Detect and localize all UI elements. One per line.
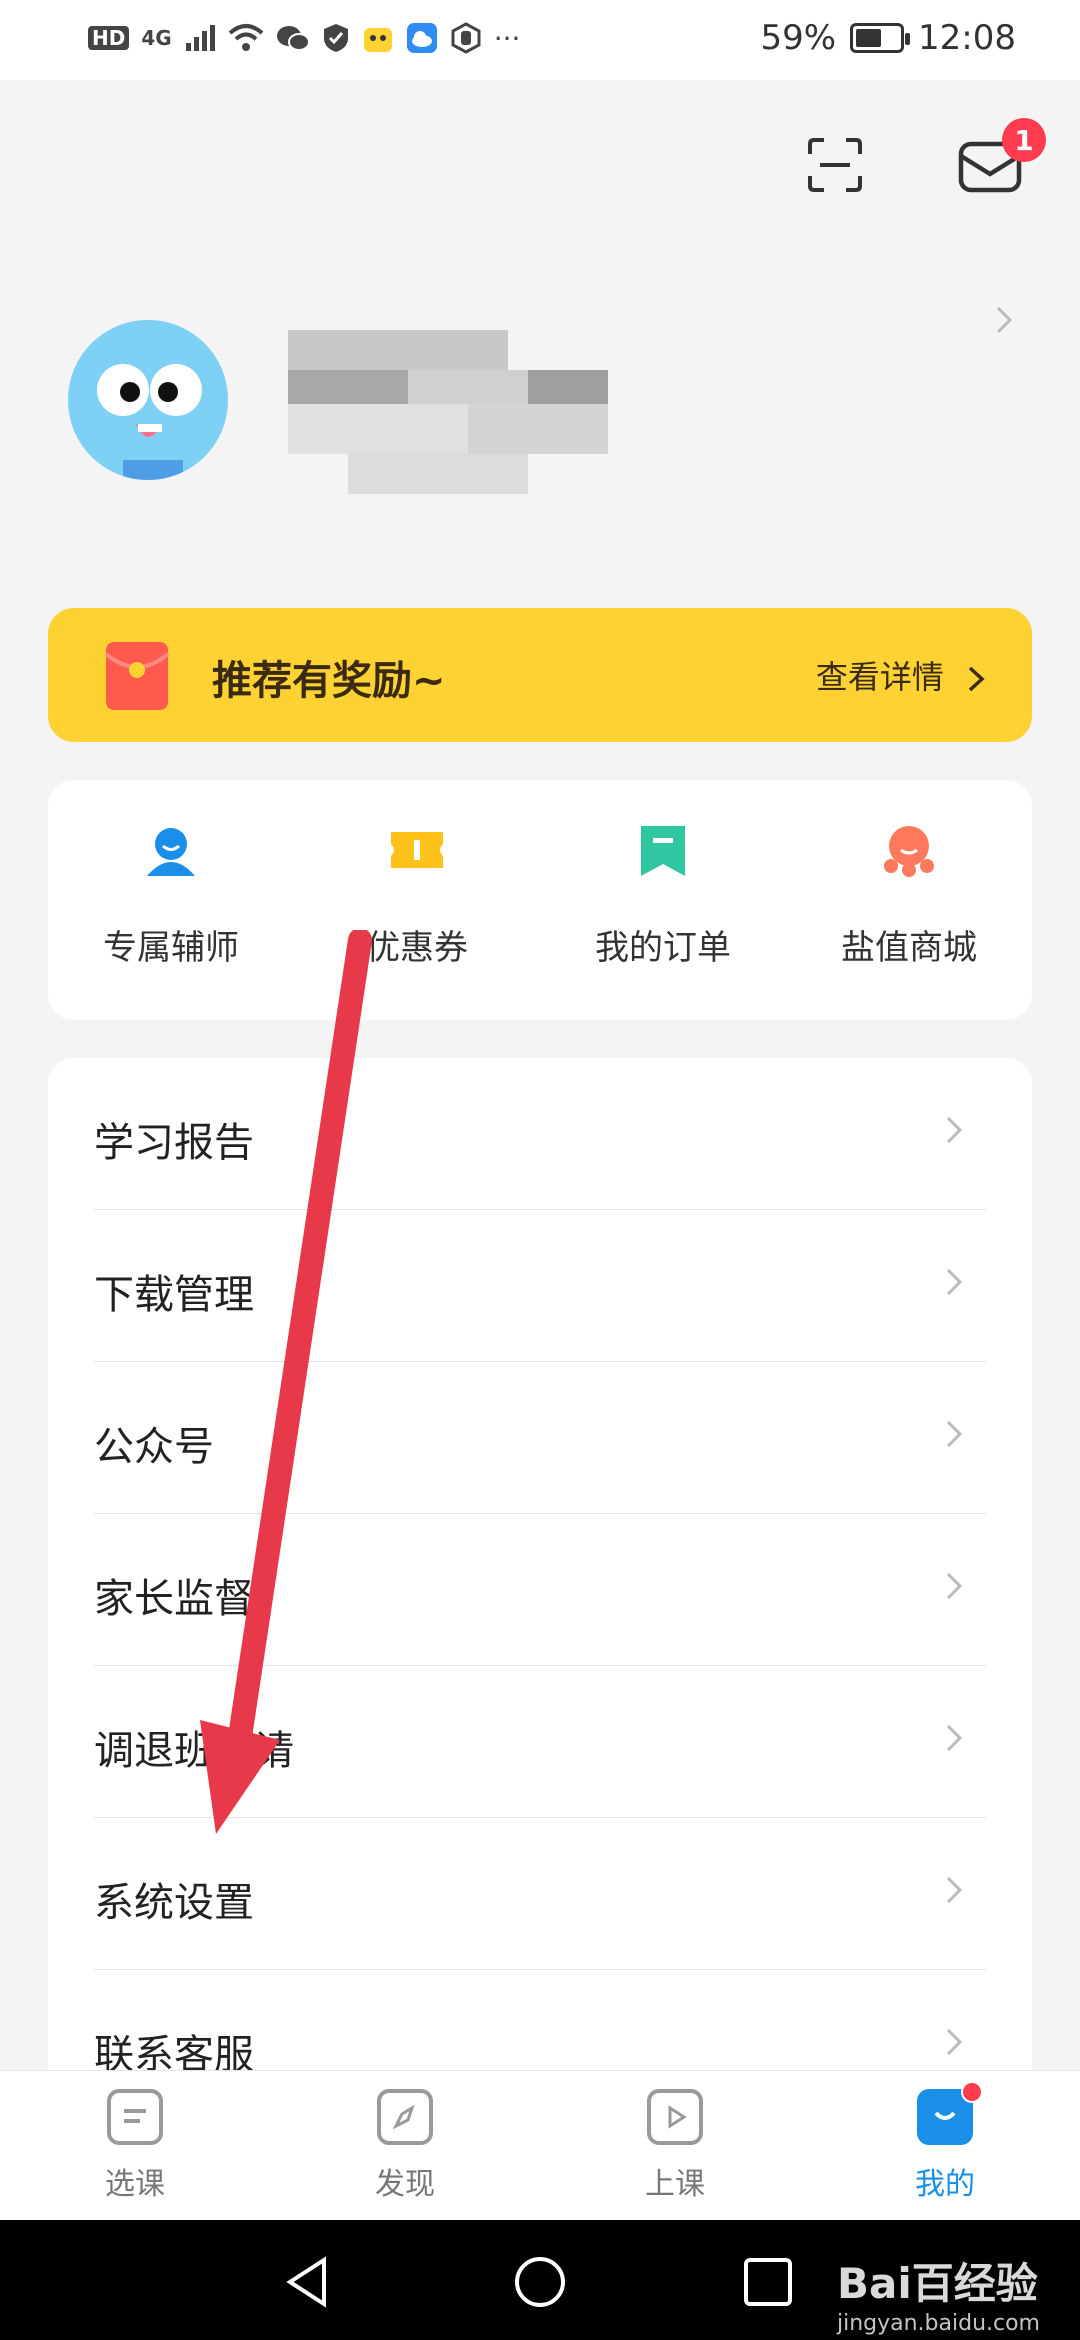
chevron-right-icon <box>946 1572 963 1600</box>
mall-icon <box>884 826 934 877</box>
tab-label: 我的 <box>915 2167 975 2202</box>
menu-item-downloads[interactable]: 下载管理 <box>94 1210 986 1362</box>
tab-label: 选课 <box>105 2167 165 2202</box>
chevron-right-icon <box>946 1724 963 1752</box>
hd-label: HD <box>88 26 130 50</box>
recents-icon[interactable] <box>742 2256 794 2308</box>
mail-badge: 1 <box>1002 118 1046 162</box>
app-mascot-icon <box>362 18 394 58</box>
course-icon <box>107 2089 163 2145</box>
bottom-tab-bar: 选课 发现 上课 我的 <box>0 2070 1080 2220</box>
watermark-brand: Bai百经验 <box>836 2259 1038 2308</box>
banner-details-link[interactable]: 查看详情 <box>816 652 988 698</box>
menu-item-parental-supervision[interactable]: 家长监督 <box>94 1514 986 1666</box>
tab-label: 上课 <box>645 2167 705 2202</box>
chevron-right-icon <box>946 1420 963 1448</box>
quick-action-label: 专属辅师 <box>103 928 239 968</box>
scan-button[interactable] <box>800 130 870 200</box>
battery-icon <box>850 23 911 53</box>
battery-level <box>856 29 882 47</box>
battery-percent: 59% <box>760 18 837 58</box>
menu-item-label: 公众号 <box>94 1424 214 1470</box>
hand-icon <box>450 18 482 58</box>
tab-discover[interactable]: 发现 <box>270 2089 540 2209</box>
chevron-right-icon <box>946 1876 963 1904</box>
menu-item-label: 下载管理 <box>94 1272 254 1318</box>
play-icon <box>647 2089 703 2145</box>
more-icon: ··· <box>493 21 521 55</box>
back-icon[interactable] <box>280 2254 336 2310</box>
chevron-right-icon <box>946 1116 963 1144</box>
quick-action-label: 优惠券 <box>366 928 468 968</box>
profile-face-icon <box>917 2081 983 2145</box>
menu-item-system-settings[interactable]: 系统设置 <box>94 1818 986 1970</box>
menu-item-class-transfer[interactable]: 调退班申请 <box>94 1666 986 1818</box>
order-icon <box>641 826 685 876</box>
quick-action-tutor[interactable]: 专属辅师 <box>48 820 294 980</box>
home-icon[interactable] <box>512 2254 568 2310</box>
status-right: 59% 12:08 <box>760 18 1016 58</box>
menu-item-label: 调退班申请 <box>94 1728 294 1774</box>
banner-title: 推荐有奖励~ <box>212 658 446 704</box>
chevron-right-icon <box>996 306 1013 334</box>
messages-button[interactable]: 1 <box>952 118 1046 204</box>
referral-banner[interactable]: 推荐有奖励~ 查看详情 <box>48 608 1032 742</box>
app-screen: 1 推荐有奖励~ 查看详情 专属辅师 优惠券 我的订单 盐值商城 学习报告 下载… <box>0 80 1080 2220</box>
quick-actions: 专属辅师 优惠券 我的订单 盐值商城 <box>48 780 1032 1020</box>
quick-action-mall[interactable]: 盐值商城 <box>786 820 1032 980</box>
avatar[interactable] <box>68 320 228 480</box>
compass-icon <box>377 2089 433 2145</box>
chevron-right-icon <box>946 1268 963 1296</box>
signal-icon <box>184 18 216 58</box>
menu-item-label: 系统设置 <box>94 1880 254 1926</box>
chevron-right-icon <box>968 666 985 692</box>
settings-menu: 学习报告 下载管理 公众号 家长监督 调退班申请 系统设置 联系客服 <box>48 1058 1032 2118</box>
chevron-right-icon <box>946 2028 963 2056</box>
cloud-icon <box>406 18 438 58</box>
profile-card[interactable] <box>48 240 1048 530</box>
username-redacted <box>288 330 788 500</box>
tutor-icon <box>147 828 195 876</box>
avatar-mascot-icon <box>68 320 228 480</box>
wechat-icon <box>276 18 310 58</box>
status-bar: HD 4G ··· 59% 12:08 <box>0 0 1080 80</box>
watermark-url: jingyan.baidu.com <box>836 2311 1040 2336</box>
quick-action-label: 盐值商城 <box>841 928 977 968</box>
wifi-icon <box>228 18 264 58</box>
tab-course-selection[interactable]: 选课 <box>0 2089 270 2209</box>
scan-icon <box>808 138 862 192</box>
tab-mine[interactable]: 我的 <box>810 2081 1080 2209</box>
shield-icon <box>322 18 350 58</box>
tab-attend-class[interactable]: 上课 <box>540 2089 810 2209</box>
menu-item-official-account[interactable]: 公众号 <box>94 1362 986 1514</box>
menu-item-label: 学习报告 <box>94 1120 254 1166</box>
quick-action-coupon[interactable]: 优惠券 <box>294 820 540 980</box>
menu-item-study-report[interactable]: 学习报告 <box>94 1058 986 1210</box>
baidu-watermark: Bai百经验 jingyan.baidu.com <box>837 2250 1040 2336</box>
banner-link-label: 查看详情 <box>815 658 944 696</box>
status-left-icons: HD 4G ··· <box>88 18 520 58</box>
quick-action-orders[interactable]: 我的订单 <box>540 820 786 980</box>
network-label: 4G <box>141 26 172 50</box>
notification-dot <box>961 2081 983 2103</box>
quick-action-label: 我的订单 <box>595 928 731 968</box>
tab-label: 发现 <box>375 2167 435 2202</box>
clock: 12:08 <box>918 18 1016 58</box>
coupon-icon <box>391 832 443 868</box>
menu-item-label: 家长监督 <box>94 1576 254 1622</box>
red-envelope-icon <box>104 642 170 710</box>
